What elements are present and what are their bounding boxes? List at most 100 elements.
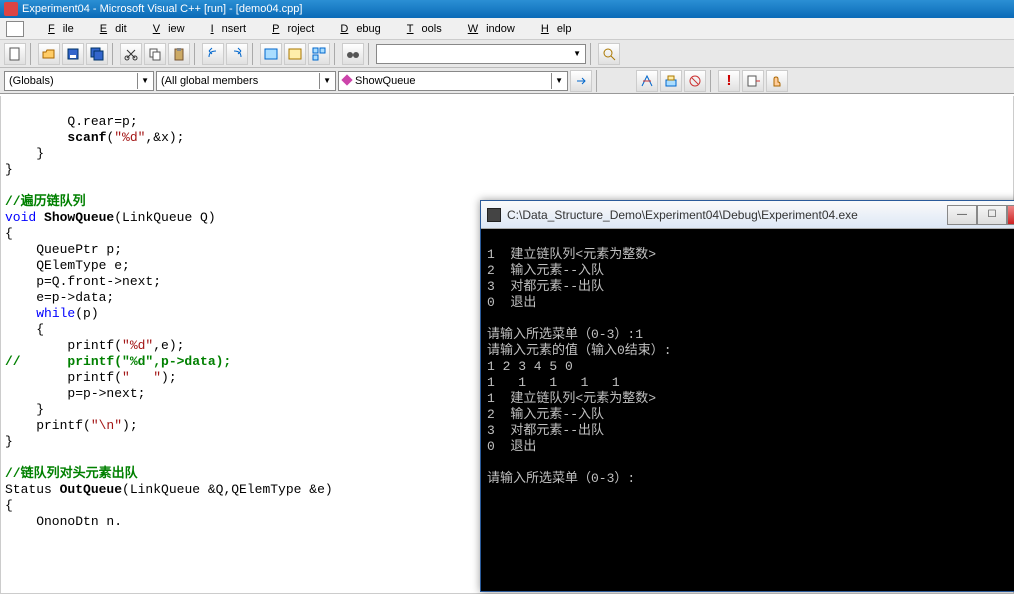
menu-project[interactable]: Project [256,21,322,37]
window-title-bar: Experiment04 - Microsoft Visual C++ [run… [0,0,1014,18]
console-line: 1 建立链队列<元素为整数> [487,391,656,406]
cut-button[interactable] [120,43,142,65]
breakpoint-button[interactable] [766,70,788,92]
diamond-icon [341,74,352,85]
menu-file[interactable]: File [32,21,82,37]
go-debug-button[interactable] [742,70,764,92]
console-line: 0 退出 [487,295,536,310]
separator [112,43,116,65]
chevron-down-icon: ▼ [573,49,581,58]
redo-button[interactable] [226,43,248,65]
close-button[interactable]: ✕ [1007,205,1014,225]
scissors-icon [124,47,138,61]
copy-icon [148,47,162,61]
binoculars-icon [346,47,360,61]
output-icon [288,47,302,61]
menu-insert[interactable]: Insert [195,21,255,37]
stop-build-icon [688,74,702,88]
code-line: } [5,434,13,449]
code-line: QueuePtr p; [5,242,122,257]
document-icon [8,47,22,61]
code-line: printf("%d",e); [5,338,184,353]
floppy-icon [66,47,80,61]
window-list-button[interactable] [308,43,330,65]
code-line: { [5,226,13,241]
chevron-down-icon: ▼ [319,73,331,89]
minimize-button[interactable]: — [947,205,977,225]
workspace-button[interactable] [260,43,282,65]
search-icon [602,47,616,61]
toolbar-main: ▼ [0,40,1014,68]
console-title-bar[interactable]: C:\Data_Structure_Demo\Experiment04\Debu… [481,201,1014,229]
code-line: { [5,322,44,337]
console-icon [487,208,501,222]
find-button[interactable] [598,43,620,65]
menu-debug[interactable]: Debug [324,21,388,37]
find-in-files-button[interactable] [342,43,364,65]
menu-view[interactable]: View [137,21,193,37]
console-line: 2 输入元素--入队 [487,263,604,278]
code-line: printf(" "); [5,370,177,385]
separator [30,43,34,65]
console-line: 请输入所选菜单（0-3）: [487,471,635,486]
menu-window[interactable]: Window [452,21,523,37]
separator [710,70,714,92]
save-all-button[interactable] [86,43,108,65]
code-line: e=p->data; [5,290,114,305]
console-line: 1 1 1 1 1 [487,375,620,390]
separator [194,43,198,65]
find-combo[interactable]: ▼ [376,44,586,64]
new-text-file-button[interactable] [4,43,26,65]
console-line: 3 对都元素--出队 [487,279,604,294]
build-button[interactable] [660,70,682,92]
console-line: 1 2 3 4 5 0 [487,359,573,374]
floppy-multi-icon [90,47,104,61]
save-button[interactable] [62,43,84,65]
compile-button[interactable] [636,70,658,92]
redo-icon [230,47,244,61]
toolbar-wizbar: (Globals)▼ (All global members ▼ ShowQueu… [0,68,1014,94]
folder-open-icon [42,47,56,61]
chevron-down-icon: ▼ [137,73,149,89]
go-button[interactable] [570,70,592,92]
code-line: void ShowQueue(LinkQueue Q) [5,210,216,225]
console-line: 1 建立链队列<元素为整数> [487,247,656,262]
code-line: scanf( scanf("%d",&x);"%d",&x); [5,130,184,145]
menu-bar: File Edit View Insert Project Debug Tool… [0,18,1014,40]
scope-combo[interactable]: (Globals)▼ [4,71,154,91]
debug-go-icon [746,74,760,88]
copy-button[interactable] [144,43,166,65]
stop-build-button[interactable] [684,70,706,92]
members-combo[interactable]: (All global members ▼ [156,71,336,91]
maximize-button[interactable]: ☐ [977,205,1007,225]
code-line: OnonoDtn n. [5,514,122,529]
console-line: 0 退出 [487,439,536,454]
separator [590,43,594,65]
function-combo-value: ShowQueue [343,75,416,87]
menu-tools[interactable]: Tools [391,21,450,37]
menu-help[interactable]: Help [525,21,580,37]
undo-button[interactable] [202,43,224,65]
function-combo[interactable]: ShowQueue▼ [338,71,568,91]
console-output[interactable]: 1 建立链队列<元素为整数> 2 输入元素--入队 3 对都元素--出队 0 退… [483,229,1014,589]
code-line: p=p->next; [5,386,145,401]
code-comment: //链队列对头元素出队 [5,466,138,481]
code-line: printf("\n"); [5,418,138,433]
code-line: while(p) [5,306,99,321]
document-icon[interactable] [6,21,24,37]
arrow-go-icon [574,74,588,88]
console-title-text: C:\Data_Structure_Demo\Experiment04\Debu… [507,208,947,222]
console-line: 请输入元素的值（输入0结束）: [487,343,672,358]
code-line: p=Q.front->next; [5,274,161,289]
window-buttons: — ☐ ✕ [947,205,1014,225]
hand-icon [770,74,784,88]
menu-edit[interactable]: Edit [84,21,135,37]
code-comment: // printf("%d",p->data); [5,354,231,369]
open-button[interactable] [38,43,60,65]
members-combo-value: (All global members [161,75,258,87]
console-line: 请输入所选菜单（0-3）:1 [487,327,643,342]
paste-button[interactable] [168,43,190,65]
execute-button[interactable]: ! [718,70,740,92]
undo-icon [206,47,220,61]
output-button[interactable] [284,43,306,65]
